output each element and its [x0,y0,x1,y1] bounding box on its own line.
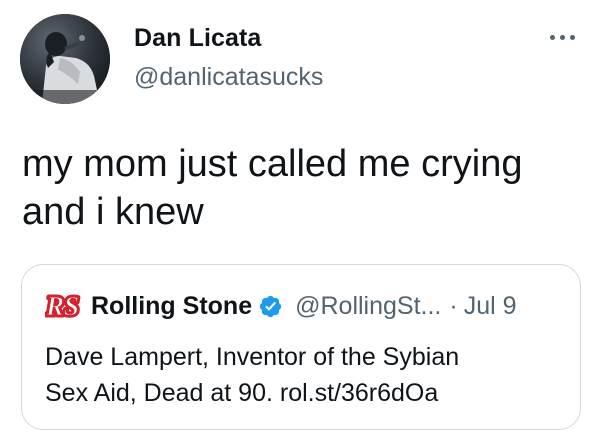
author-handle[interactable]: @danlicatasucks [134,63,323,92]
quoted-tweet-header: RS RS RS Rolling Stone @RollingSt... · J… [45,289,517,323]
quoted-tweet-text: Dave Lampert, Inventor of the Sybian Sex… [45,343,460,407]
tweet-card: Dan Licata @danlicatasucks my mom just c… [0,0,599,445]
more-horizontal-icon [559,34,565,40]
quoted-tweet-card[interactable]: RS RS RS Rolling Stone @RollingSt... · J… [21,264,581,430]
rolling-stone-logo-icon: RS RS RS [45,289,82,323]
meta-separator: · [449,291,458,320]
more-horizontal-icon [569,34,575,40]
quoted-author-display-name[interactable]: Rolling Stone [91,292,252,321]
quoted-author-handle[interactable]: @RollingSt... [295,292,441,321]
avatar-photo [20,14,110,104]
author-display-name[interactable]: Dan Licata [134,24,261,53]
tweet-text: my mom just called me crying and i knew [22,143,523,233]
verified-badge-icon [259,295,282,317]
quoted-tweet-date[interactable]: Jul 9 [464,292,517,321]
author-avatar[interactable] [20,14,110,104]
more-options-button[interactable] [540,26,584,48]
svg-text:RS: RS [45,291,79,321]
more-horizontal-icon [549,34,555,40]
